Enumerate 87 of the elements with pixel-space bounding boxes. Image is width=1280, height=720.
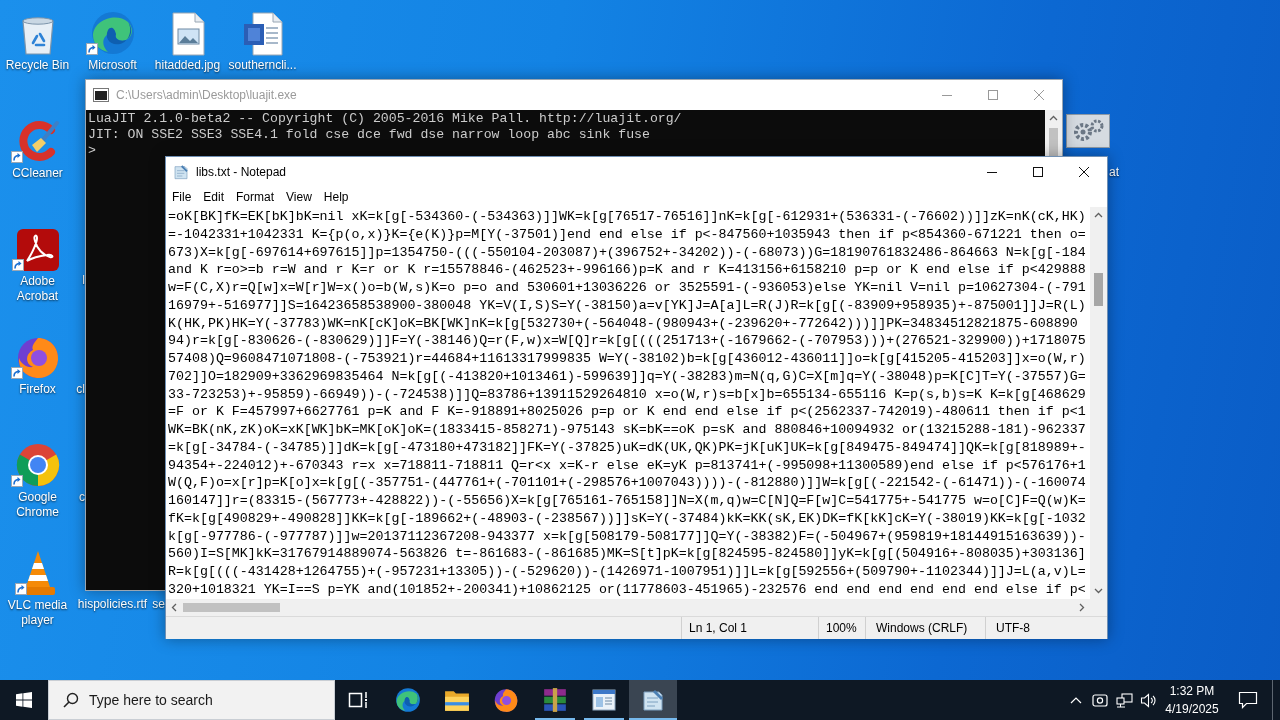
- notepad-icon: [173, 164, 189, 180]
- swirl-logo-icon: [395, 687, 421, 713]
- menu-item[interactable]: Format: [230, 187, 281, 207]
- close-icon: [1079, 167, 1089, 177]
- window-title: libs.txt - Notepad: [196, 164, 287, 181]
- text-line: K(HK,PK)HK=Y(-37783)WK=nK[cK]oK=BK[WK]nK=k[g[532730+(-564048-(980943+(-239620+-772642)))]]PK=34834512821875-608890: [168, 314, 1079, 333]
- status-text: UTF-8: [996, 620, 1030, 637]
- swirl-logo-icon[interactable]: [89, 10, 136, 56]
- maximize-icon: [988, 90, 998, 100]
- ring-logo-icon[interactable]: [14, 442, 61, 488]
- status-text: Windows (CRLF): [876, 620, 968, 637]
- icon-label[interactable]: hitadded.jpg: [154, 58, 221, 73]
- task-view-icon: [348, 691, 370, 709]
- clock-date[interactable]: 4/19/2025: [1165, 700, 1219, 718]
- image-file-icon[interactable]: [169, 12, 206, 56]
- scrollbar-thumb[interactable]: [1094, 273, 1103, 306]
- vertical-scrollbar[interactable]: [1045, 110, 1062, 156]
- text-line: k[g[-977786-(-977787)]]w=20137112367208-943377 x=k[g[508179-508177]]Q=Y(-38382)F=(-504967+(959819+18144915163639))-: [168, 527, 1087, 546]
- text-line: 560)I=S[MK]kK=31767914889074-563826 t=-861683-(-861685)MK=S[t]pK=k[g[824595-824580]]yK=k[g[(504916+-808035)+303136]: [168, 545, 1087, 563]
- start-logo-icon[interactable]: [16, 692, 32, 708]
- icon-label[interactable]: c: [79, 490, 85, 505]
- menu-item[interactable]: Help: [317, 187, 355, 207]
- window-app-icon: [592, 689, 616, 711]
- icon-label[interactable]: Microsoft: [88, 58, 137, 73]
- fox-logo-icon: [493, 687, 519, 713]
- speaker-icon[interactable]: [1139, 692, 1157, 708]
- icon-label[interactable]: l: [82, 273, 85, 288]
- menu-item[interactable]: View: [280, 187, 318, 207]
- icon-label[interactable]: se: [152, 597, 165, 612]
- text-line: =oK[BK]fK=EK[bK]bK=nil xK=k[g[-534360-(-534363)]]WK=k[g[76517-76516]]nK=k[g[-612931+(536331-(-76602))]]zK=nK(cK,HK): [168, 208, 1087, 226]
- document-icon[interactable]: [242, 12, 283, 56]
- icon-label[interactable]: hispolicies.rtf: [75, 597, 150, 612]
- taskbar-button[interactable]: [629, 680, 677, 720]
- text-line: =k[g[-34784-(-34785)]]dK=k[g[-473180+473182]]FK=Y(-37825)uK=dK(UK,QK)PK=jK[uK]UK=k[g[849475-849474]]QK=k[g[818989+-: [168, 438, 1087, 457]
- text-line: 33-723253)+-95859)-66949))-(-724538)]]Q=83786+13911529264810 x=o(W,r)s=b[x]b=655134-655116 K=p(s,b)s=K K=k[g[468629: [168, 385, 1087, 404]
- text-line: and K r=o>=b r=W and r K=r or K r=15578846-(462523+-996166)p=K and r K=413156+6158210 p=p or K end else if p<429888: [168, 261, 1087, 279]
- vertical-scrollbar[interactable]: [1090, 207, 1107, 599]
- text-line: 702]]O=182909+3362969835464 N=k[g[(-413820+1013461)-599639]]q=Y(-38283)m=N(q,G)C=X[m]q=Y(-38048)p=K[C]T=Y(-37557)G=: [168, 367, 1087, 386]
- icon-label[interactable]: southerncli...: [228, 58, 297, 73]
- console-line: LuaJIT 2.1.0-beta2 -- Copyright (C) 2005-2016 Mike Pall. http://luajit.org/: [88, 111, 683, 127]
- scrollbar-thumb[interactable]: [1049, 128, 1058, 156]
- text-line: R=k[g[(((-431428+1264755)+(-957231+13305))-(-529620))-(1426971-1007951)]]L=k[g[592556+(509790+-1102344)]]J=L(a,v)L=: [168, 563, 1087, 581]
- icon-label[interactable]: VLC media player: [0, 598, 75, 628]
- network-icon[interactable]: [1115, 692, 1133, 708]
- search-field[interactable]: Type here to search: [48, 680, 335, 720]
- icon-label[interactable]: cl: [76, 382, 85, 397]
- clock-time[interactable]: 1:32 PM: [1169, 682, 1215, 700]
- menu-item[interactable]: File: [166, 187, 198, 207]
- console-line: JIT: ON SSE2 SSE3 SSE4.1 fold cse dce fwd dse narrow loop abc sink fuse: [88, 127, 651, 143]
- maximize-icon: [1033, 167, 1043, 177]
- horizontal-scrollbar[interactable]: [166, 599, 1090, 616]
- text-line: 160147]]r=(83315-(567773+-428822))-(-55656)X=k[g[765161-765158]]N=X(m,q)w=C[N]Q=F[w]C=541775+-541775 w=o[C]F=Q(w)K=: [168, 492, 1087, 510]
- document-logo-icon[interactable]: [15, 228, 60, 272]
- search-icon: [63, 692, 79, 708]
- menu-item[interactable]: Edit: [197, 187, 231, 207]
- icon-label[interactable]: Google Chrome: [0, 490, 75, 520]
- text-line: 94)r=k[g[-830626-(-830629)]]F=Y(-38146)Q=r(F,w)x=W[Q]r=k[g[(((251713+(-1679662-(-707953)))+(276521-329900))+1718075: [168, 332, 1087, 350]
- folder-icon: [444, 688, 470, 712]
- text-line: 673)X=k[g[-697614+697615]]p=1354750-(((-550104-203087)+(396752+-34202))-(-68073))G=18190761832486-864663 N=k[g[-184: [168, 243, 1087, 262]
- text-line: 94354+-224012)+-670343 r=x x=718811-718811 Q=r<x x=K-r else eK=yK p=813741+(-995098+11300589)end else if p<576176+1: [168, 456, 1087, 475]
- text-line: 16979+-516977]]S=16423658538900-380048 YK=V(I,S)S=Y(-38150)a=v[YK]J=A[a]L=R(J)R=k[g[(-83909+958935)+-875001]]J=R(L): [168, 296, 1087, 315]
- camera-icon[interactable]: [1092, 693, 1108, 707]
- scrollbar-thumb[interactable]: [183, 603, 280, 612]
- text-line: =-1042331+1042331 K={p(o,x)}K={e(K)}p=M[Y(-37501)]end end else if p<-847560+1035943 then if p<854360-671221 then o=: [168, 225, 1087, 244]
- console-line: >: [88, 143, 97, 159]
- close-icon: [1034, 90, 1044, 100]
- text-line: 57408)Q=9608471071808-(-753921)r=44684+11613317999835 W=Y(-38102)b=k[g[436012-436011]]o=k[g[415205-415203]]x=o(W,r): [168, 350, 1087, 368]
- icon-label[interactable]: at: [1109, 165, 1119, 180]
- text-line: 320+1018321 YK=I==S p=YK and(101852+-200341)+10862125 or(11778603-451965)-232576 end end end end end end else if p<: [168, 580, 1087, 599]
- icon-label[interactable]: CCleaner: [12, 166, 63, 181]
- icon-label[interactable]: Adobe Acrobat: [0, 274, 75, 304]
- stacked-books-icon: [542, 687, 568, 713]
- status-text: Ln 1, Col 1: [689, 620, 748, 637]
- text-line: W(Q,F)o=x[r]p=K[o]x=k[g[(-357751-(447761+(-701101+(-298576+1007043))))-(-812880)]]W=k[g[(-221542-(-61471))-(-160074: [168, 474, 1087, 492]
- gears-icon[interactable]: [1065, 114, 1110, 148]
- console-icon: [93, 88, 109, 102]
- text-line: WK=BK(nK,zK)oK=xK[WK]bK=MK[oK]oK=(1833415-858271)-975143 sK=bK==oK p=sK and 880846+10094932 or(13215288-181)-962337: [168, 421, 1087, 439]
- text-line: w=F(C,X)r=Q[w]x=W[r]W=x()o=b(W,s)K=o p=o and 530601+13036226 or 3525591-(-936053)else YK=nil V=nil p=10627304-(-791: [168, 279, 1087, 297]
- status-text: 100%: [826, 620, 857, 637]
- window-title: C:\Users\admin\Desktop\luajit.exe: [116, 87, 297, 104]
- icon-label[interactable]: Recycle Bin: [5, 58, 70, 73]
- chevron-up-icon[interactable]: [1070, 696, 1082, 704]
- icon-label[interactable]: Firefox: [19, 382, 56, 397]
- notepad-icon: [641, 688, 665, 712]
- text-line: =F or K F=457997+6627761 p=K and F K=-918891+8025026 p=p or K end end else if p<(2562337-742019)-480611 then if p<1: [168, 403, 1087, 421]
- notifications-icon: [1238, 691, 1258, 709]
- text-line: fK=k[g[490829+-490828]]KK=k[g[-189662+(-48903-(-238567))]]sK=Y(-37484)kK=KK(sK,EK)DK=fK[kK]cK=Y(-38019)KK=k[g[-1032: [168, 509, 1087, 528]
